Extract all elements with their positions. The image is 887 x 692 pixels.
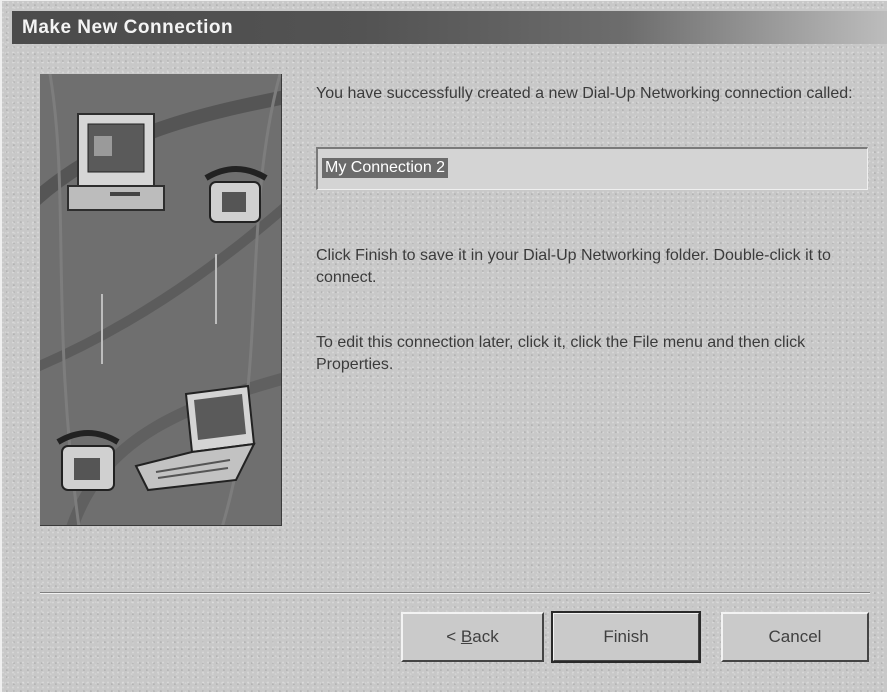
success-message: You have successfully created a new Dial… bbox=[316, 85, 853, 102]
desktop-computer-icon bbox=[67, 113, 165, 211]
connection-name-value[interactable]: My Connection 2 bbox=[322, 158, 449, 178]
wizard-illustration bbox=[40, 74, 282, 526]
make-new-connection-dialog: Make New Connection You have successfull… bbox=[0, 0, 887, 692]
back-button[interactable]: < Back bbox=[401, 612, 544, 662]
window-title: Make New Connection bbox=[22, 17, 234, 38]
finish-button-label: Finish bbox=[603, 627, 649, 646]
connection-name-field[interactable]: My Connection 2 bbox=[316, 147, 868, 190]
title-bar[interactable]: Make New Connection bbox=[12, 11, 887, 44]
back-button-label: < Back bbox=[446, 627, 499, 646]
button-separator bbox=[40, 592, 870, 594]
finish-instruction: Click Finish to save it in your Dial-Up … bbox=[316, 247, 831, 286]
cancel-button[interactable]: Cancel bbox=[721, 612, 869, 662]
edit-instruction: To edit this connection later, click it,… bbox=[316, 334, 806, 373]
finish-button[interactable]: Finish bbox=[551, 611, 701, 663]
cancel-button-label: Cancel bbox=[768, 627, 822, 646]
